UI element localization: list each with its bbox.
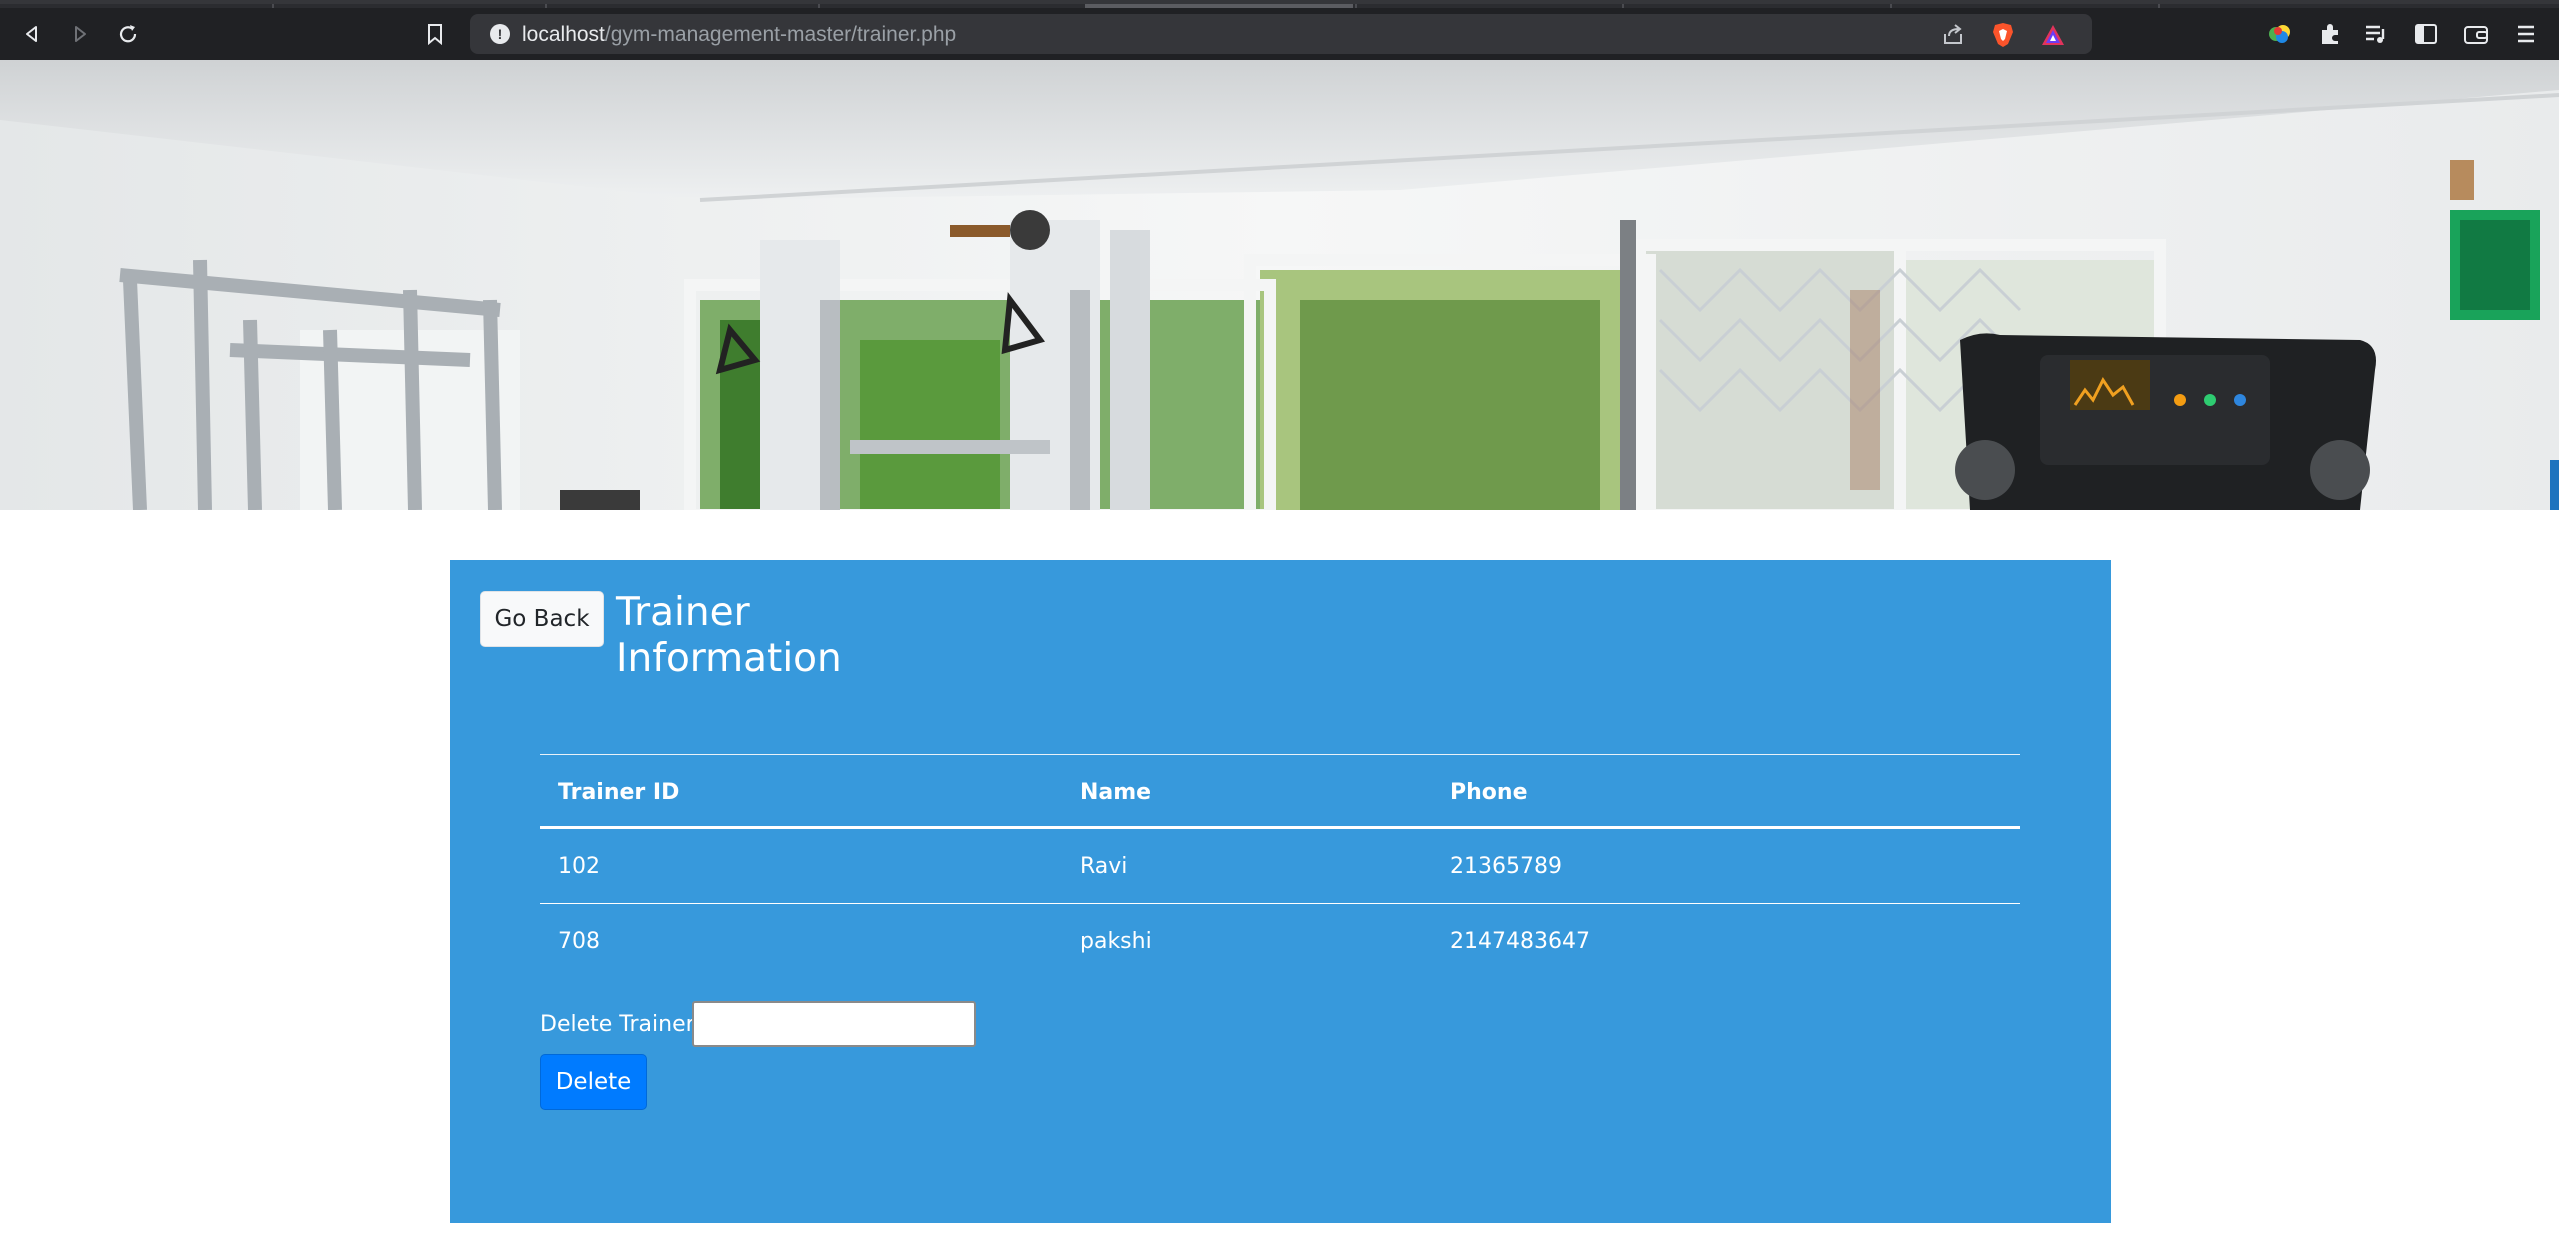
wallet-icon[interactable] [2462,20,2490,48]
table-row: 708 pakshi 2147483647 [540,903,2020,977]
browser-toolbar: ! localhost/gym-management-master/traine… [0,0,2559,60]
url-path: /gym-management-master/trainer.php [604,23,957,46]
table-row: 102 Ravi 21365789 [540,829,2020,903]
title-line-2: Information [616,636,842,681]
cell-trainer-id: 708 [558,928,600,954]
menu-icon[interactable] [2512,20,2540,48]
address-bar[interactable]: ! localhost/gym-management-master/traine… [470,14,2092,54]
back-icon[interactable] [18,20,46,48]
brave-rewards-icon[interactable] [2040,22,2066,48]
color-extension-icon[interactable] [2266,20,2294,48]
tab-strip [0,4,2559,8]
header-trainer-id: Trainer ID [558,779,680,805]
gym-hero-image [0,60,2559,510]
delete-trainer-input[interactable] [692,1001,976,1047]
site-info-icon[interactable]: ! [490,24,510,44]
playlist-icon[interactable] [2362,20,2390,48]
cell-phone: 2147483647 [1450,928,1590,954]
delete-trainer-label: Delete Trainer [540,1012,695,1037]
go-back-button[interactable]: Go Back [480,591,604,647]
url-host: localhost [522,23,605,46]
cell-trainer-id: 102 [558,853,600,879]
header-phone: Phone [1450,779,1528,805]
title-line-1: Trainer [616,590,750,635]
header-name: Name [1080,779,1152,805]
delete-button[interactable]: Delete [540,1054,647,1110]
table-header-row: Trainer ID Name Phone [540,755,2020,829]
trainer-panel: Go Back Trainer Information Trainer ID N… [450,560,2111,1223]
share-icon[interactable] [1940,22,1966,48]
reload-icon[interactable] [114,20,142,48]
cell-phone: 21365789 [1450,853,1562,879]
cell-name: Ravi [1080,853,1128,879]
url-text[interactable]: localhost/gym-management-master/trainer.… [522,23,956,47]
sidebar-icon[interactable] [2412,20,2440,48]
forward-icon[interactable] [66,20,94,48]
page-title: Trainer Information [616,590,896,682]
extensions-icon[interactable] [2316,20,2344,48]
trainer-table: Trainer ID Name Phone 102 Ravi 21365789 … [540,754,2020,977]
cell-name: pakshi [1080,928,1152,954]
brave-shields-icon[interactable] [1990,22,2016,48]
bookmark-icon[interactable] [421,20,449,48]
